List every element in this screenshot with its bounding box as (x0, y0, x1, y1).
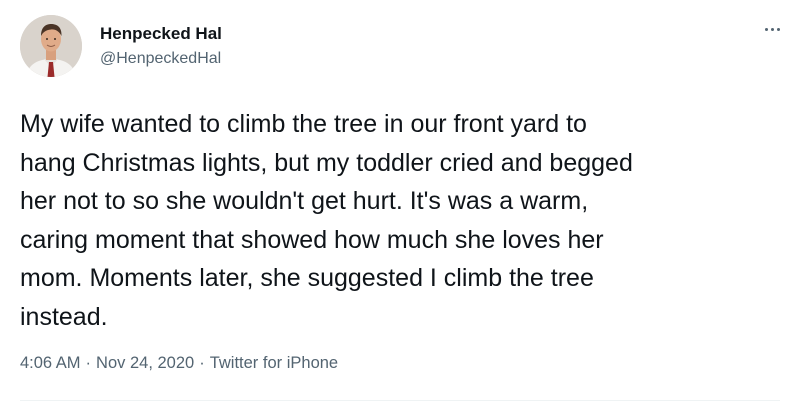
tweet-text-line: hang Christmas lights, but my toddler cr… (20, 148, 633, 177)
more-options-button[interactable] (758, 18, 786, 40)
username-handle[interactable]: @HenpeckedHal (100, 50, 221, 68)
display-name[interactable]: Henpecked Hal (100, 24, 222, 44)
meta-separator: · (199, 354, 205, 372)
tweet-date[interactable]: Nov 24, 2020 (96, 354, 194, 373)
tweet-text-line: mom. Moments later, she suggested I clim… (20, 264, 594, 292)
tweet-text: My wife wanted to climb the tree in our … (20, 105, 760, 336)
tweet-text-line: instead. (20, 302, 108, 331)
avatar[interactable] (20, 15, 82, 77)
more-horizontal-icon-dot (776, 27, 780, 31)
more-horizontal-icon (764, 27, 768, 31)
tweet-time[interactable]: 4:06 AM (20, 354, 81, 373)
tweet-text-line: caring moment that showed how much she l… (20, 225, 604, 254)
tweet-text-line: My wife wanted to climb the tree in our … (20, 110, 587, 138)
profile-photo-icon (20, 15, 82, 77)
meta-separator: · (85, 354, 92, 372)
divider (20, 400, 780, 401)
tweet-card: Henpecked Hal @HenpeckedHal My wife want… (0, 0, 800, 420)
tweet-text-line: her not to so she wouldn't get hurt. It'… (20, 187, 589, 215)
more-horizontal-icon-dot (770, 27, 774, 31)
tweet-source[interactable]: Twitter for iPhone (210, 354, 338, 373)
tweet-metadata: 4:06 AM · Nov 24, 2020 · Twitter for iPhone (20, 354, 338, 373)
